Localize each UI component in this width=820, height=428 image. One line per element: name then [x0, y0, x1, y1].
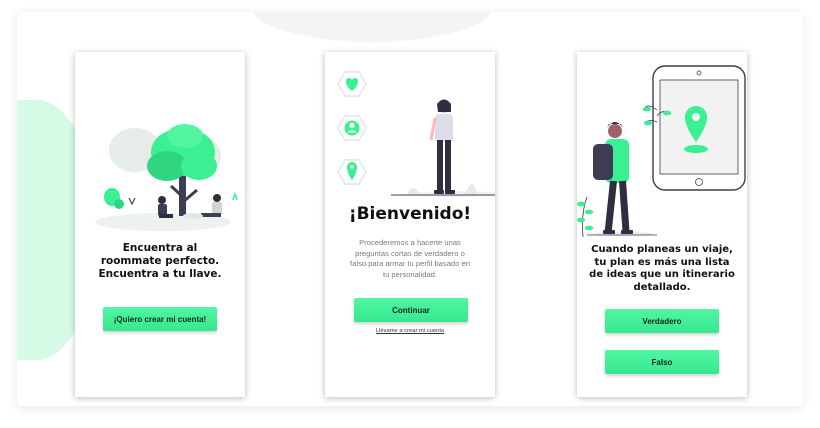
screen-welcome-roommate: Encuentra al roommate perfecto. Encuentr…: [75, 52, 245, 397]
screen-description: Procederemos a hacerte unas preguntas co…: [350, 238, 470, 279]
screen-welcome: ¡Bienvenido! Procederemos a hacerte unas…: [325, 52, 495, 397]
onboarding-board: Encuentra al roommate perfecto. Encuentr…: [17, 12, 803, 406]
screen-heading: Encuentra al roommate perfecto. Encuentr…: [98, 242, 222, 280]
create-account-button[interactable]: ¡Quiero crear mi cuenta!: [103, 307, 217, 331]
create-account-link[interactable]: Llévame a crear mi cuenta: [325, 328, 495, 334]
user-icon: [337, 115, 367, 141]
traveler-tablet-illustration: [577, 65, 746, 237]
screen-heading: ¡Bienvenido!: [348, 204, 472, 224]
false-button[interactable]: Falso: [605, 350, 719, 374]
screen-question: Cuando planeas un viaje, tu plan es más …: [577, 52, 747, 397]
welcome-illustration: [337, 71, 495, 197]
heart-icon: [337, 71, 367, 97]
question-text: Cuando planeas un viaje, tu plan es más …: [589, 244, 735, 293]
continue-button[interactable]: Continuar: [354, 298, 468, 322]
location-pin-icon: [337, 159, 367, 185]
true-button[interactable]: Verdadero: [605, 309, 719, 333]
tree-park-illustration: [95, 124, 238, 231]
decorative-blob-top: [252, 12, 492, 42]
